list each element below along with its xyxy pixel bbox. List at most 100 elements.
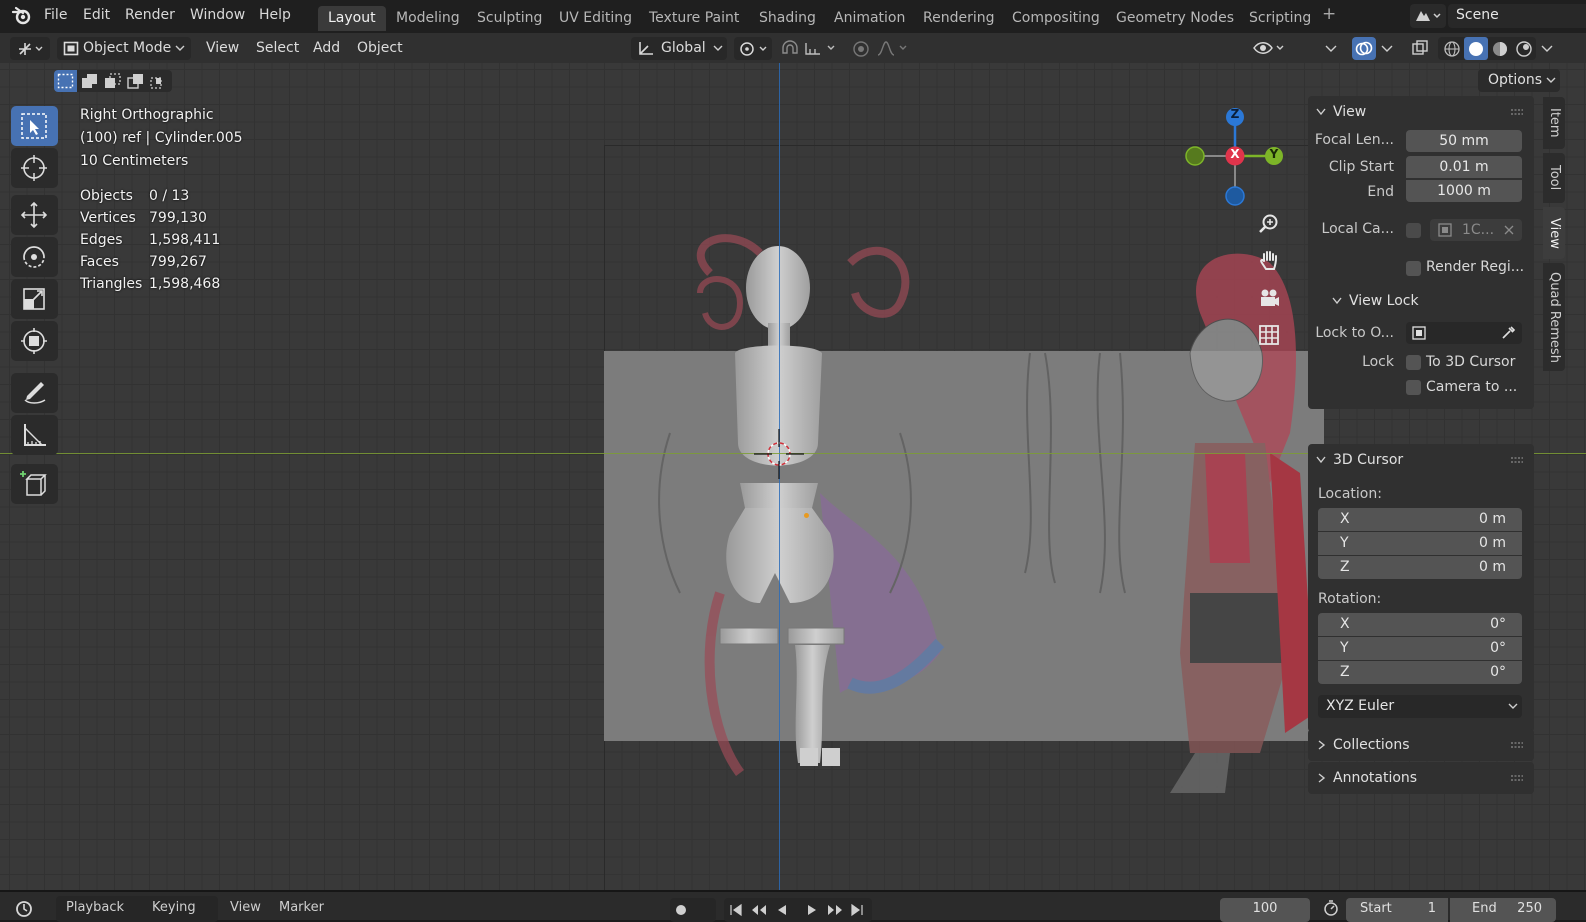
options-dropdown[interactable]: Options [1478, 69, 1560, 92]
lock-to-object-field[interactable] [1406, 322, 1522, 344]
solid-shading-button[interactable] [1464, 37, 1488, 60]
view-section-header[interactable]: View [1308, 96, 1534, 128]
lock-to-3d-cursor-checkbox[interactable] [1406, 355, 1421, 370]
end-frame-field[interactable]: End 250 [1450, 898, 1556, 922]
tab-scripting[interactable]: Scripting [1239, 6, 1321, 31]
record-button[interactable] [670, 898, 716, 922]
tab-rendering[interactable]: Rendering [913, 6, 1005, 31]
location-z-field[interactable]: Z 0 m [1318, 556, 1522, 579]
pivot-point-dropdown[interactable] [734, 37, 772, 60]
tab-sculpting[interactable]: Sculpting [467, 6, 552, 31]
clip-start-field[interactable]: 0.01 m [1406, 156, 1522, 178]
rotation-x-field[interactable]: X 0° [1318, 613, 1522, 636]
collections-section-header[interactable]: Collections [1308, 729, 1534, 761]
chevron-down-icon[interactable] [1325, 45, 1337, 53]
playback-controls[interactable] [724, 898, 872, 922]
material-shading-icon[interactable] [1490, 39, 1510, 58]
side-tab-view[interactable]: View [1543, 207, 1565, 259]
menu-select[interactable]: Select [256, 37, 299, 60]
rotation-y-field[interactable]: Y 0° [1318, 637, 1522, 660]
current-frame-field[interactable]: 100 [1220, 898, 1310, 922]
local-camera-field[interactable]: 1C... [1430, 219, 1522, 241]
rotate-tool[interactable] [11, 237, 58, 277]
focal-length-field[interactable]: 50 mm [1406, 130, 1522, 152]
rendered-shading-icon[interactable] [1514, 39, 1534, 58]
drag-handle-icon[interactable] [1510, 108, 1524, 116]
scene-selector-button[interactable] [1410, 4, 1446, 28]
pan-button[interactable] [1253, 244, 1285, 276]
blender-logo-icon[interactable] [11, 6, 33, 26]
rotation-z-field[interactable]: Z 0° [1318, 661, 1522, 684]
timeline-editor-icon[interactable] [14, 899, 36, 917]
drag-handle-icon[interactable] [1510, 456, 1524, 464]
menu-keying[interactable]: Keying [152, 900, 196, 915]
select-box-tool[interactable] [11, 106, 58, 146]
drag-handle-icon[interactable] [1510, 741, 1524, 749]
perspective-toggle-button[interactable] [1253, 319, 1285, 351]
add-workspace-button[interactable]: + [1322, 4, 1336, 24]
clip-end-field[interactable]: 1000 m [1406, 180, 1522, 202]
cursor-tool[interactable] [11, 148, 58, 188]
wireframe-shading-icon[interactable] [1442, 39, 1462, 58]
xray-toggle-button[interactable] [1408, 37, 1432, 60]
location-y-field[interactable]: Y 0 m [1318, 532, 1522, 555]
tab-modeling[interactable]: Modeling [386, 6, 470, 31]
menu-view[interactable]: View [206, 37, 239, 60]
select-new-button[interactable] [54, 70, 77, 92]
move-tool[interactable] [11, 195, 58, 235]
stopwatch-icon[interactable] [1322, 900, 1342, 916]
menu-render[interactable]: Render [125, 7, 175, 23]
side-tab-item[interactable]: Item [1543, 97, 1565, 149]
scale-tool[interactable] [11, 279, 58, 319]
gizmo-neg-z-handle[interactable] [1225, 186, 1245, 206]
annotate-tool[interactable] [11, 373, 58, 413]
side-tab-tool[interactable]: Tool [1543, 153, 1565, 203]
select-intersect-icon[interactable] [150, 73, 167, 89]
snapping-controls[interactable] [780, 37, 842, 60]
3d-cursor-section-header[interactable]: 3D Cursor [1308, 444, 1534, 476]
annotations-section-header[interactable]: Annotations [1308, 762, 1534, 794]
editor-type-button[interactable] [10, 37, 50, 60]
eyedropper-icon[interactable] [1500, 325, 1516, 341]
clear-x-icon[interactable] [1504, 225, 1514, 235]
gizmo-neg-y-handle[interactable] [1185, 146, 1205, 166]
menu-file[interactable]: File [44, 7, 67, 23]
scene-name-field[interactable]: Scene [1448, 4, 1586, 28]
select-extend-icon[interactable] [81, 73, 98, 89]
render-region-checkbox[interactable] [1406, 261, 1421, 276]
mode-dropdown[interactable]: Object Mode [57, 37, 191, 60]
visibility-dropdown[interactable] [1252, 37, 1288, 60]
menu-window[interactable]: Window [190, 7, 245, 23]
tab-uv-editing[interactable]: UV Editing [549, 6, 642, 31]
tab-animation[interactable]: Animation [824, 6, 915, 31]
zoom-button[interactable] [1253, 208, 1285, 240]
chevron-down-icon[interactable] [1541, 45, 1553, 53]
menu-help[interactable]: Help [259, 7, 291, 23]
menu-object[interactable]: Object [357, 37, 403, 60]
proportional-editing-controls[interactable] [850, 37, 912, 60]
local-camera-checkbox[interactable] [1406, 223, 1421, 238]
select-invert-icon[interactable] [127, 73, 144, 89]
3d-viewport[interactable]: Right Orthographic (100) ref | Cylinder.… [0, 63, 1586, 890]
tab-compositing[interactable]: Compositing [1002, 6, 1110, 31]
tab-layout[interactable]: Layout [318, 6, 386, 31]
menu-timeline-view[interactable]: View [230, 900, 261, 915]
tab-shading[interactable]: Shading [749, 6, 826, 31]
menu-add[interactable]: Add [313, 37, 340, 60]
menu-playback[interactable]: Playback [66, 900, 124, 915]
camera-view-button[interactable] [1253, 282, 1285, 314]
start-frame-field[interactable]: Start 1 [1346, 898, 1448, 922]
transform-orientation-dropdown[interactable]: Global [631, 37, 727, 60]
menu-edit[interactable]: Edit [83, 7, 110, 23]
tab-texture-paint[interactable]: Texture Paint [639, 6, 749, 31]
chevron-down-icon[interactable] [1381, 45, 1393, 53]
lock-camera-to-view-checkbox[interactable] [1406, 380, 1421, 395]
transform-tool[interactable] [11, 321, 58, 361]
select-subtract-icon[interactable] [104, 73, 121, 89]
rotation-mode-dropdown[interactable]: XYZ Euler [1318, 695, 1522, 718]
location-x-field[interactable]: X 0 m [1318, 508, 1522, 531]
3d-cursor-icon[interactable] [754, 429, 804, 479]
tab-geometry-nodes[interactable]: Geometry Nodes [1106, 6, 1244, 31]
drag-handle-icon[interactable] [1510, 774, 1524, 782]
add-cube-tool[interactable] [11, 464, 58, 504]
